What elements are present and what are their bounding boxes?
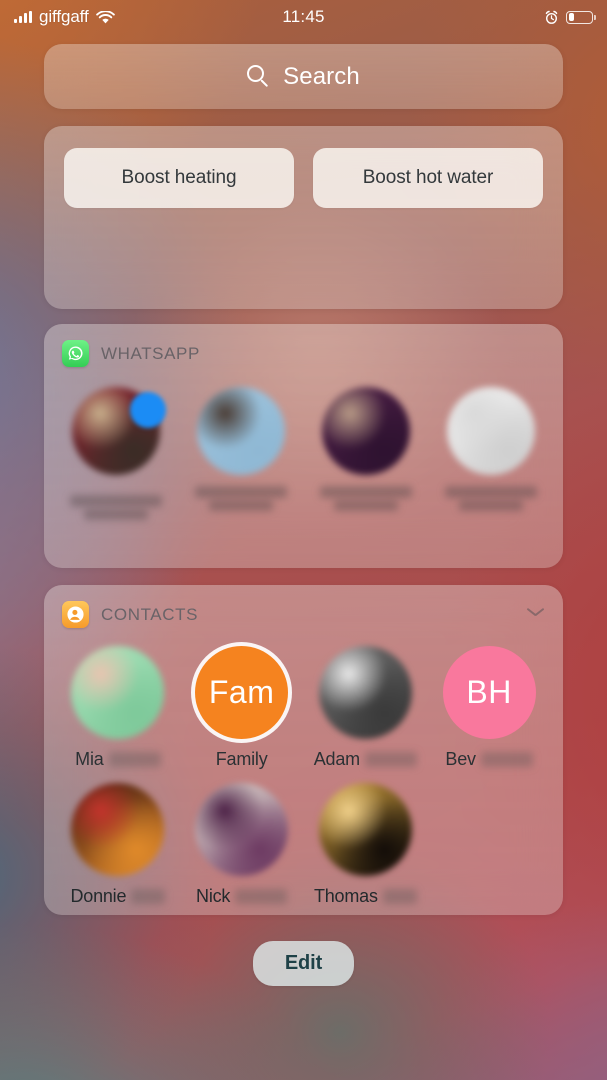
contact-item[interactable]: Nick (180, 783, 304, 908)
contact-item[interactable]: Donnie (56, 783, 180, 908)
whatsapp-contact-item[interactable] (304, 387, 429, 521)
edit-row: Edit (44, 941, 563, 986)
avatar (318, 646, 412, 739)
contact-surname-redacted (480, 751, 533, 767)
whatsapp-widget-title: WHATSAPP (101, 343, 200, 363)
avatar (71, 646, 165, 739)
contact-first-name: Nick (196, 885, 231, 906)
contacts-widget-header: CONTACTS (44, 585, 563, 628)
contact-label: Mia (56, 747, 180, 771)
avatar-initials: BH (466, 674, 512, 710)
contacts-icon (62, 601, 89, 628)
whatsapp-contact-grid (44, 367, 563, 521)
contact-first-name: Thomas (313, 885, 378, 906)
carrier-label: giffgaff (39, 7, 89, 26)
cellular-bars-icon (14, 11, 32, 23)
avatar (446, 387, 535, 475)
contact-first-name: Adam (313, 748, 360, 769)
contact-surname-redacted (364, 751, 417, 767)
edit-button[interactable]: Edit (252, 941, 355, 986)
contact-first-name: Donnie (70, 885, 127, 906)
search-input[interactable]: Search (44, 44, 563, 109)
whatsapp-icon (62, 340, 89, 367)
search-icon (247, 64, 271, 89)
contact-first-name: Family (215, 748, 268, 769)
contact-surname-redacted (235, 888, 288, 904)
contact-surname-redacted (108, 751, 161, 767)
wifi-icon (95, 10, 115, 24)
search-placeholder: Search (283, 62, 360, 90)
whatsapp-widget-header: WHATSAPP (44, 324, 563, 367)
avatar (318, 783, 412, 876)
whatsapp-contact-item[interactable] (54, 387, 179, 521)
today-view: Search Boost heating Boost hot water WHA… (0, 0, 607, 1080)
avatar (195, 783, 289, 876)
battery-low-icon (566, 10, 596, 24)
contact-surname-redacted (131, 888, 166, 904)
avatar (321, 387, 410, 475)
whatsapp-contact-item[interactable] (179, 387, 304, 521)
contact-item[interactable]: Thomas (304, 783, 428, 908)
contact-item[interactable]: BH Bev (427, 646, 551, 771)
contact-label: Thomas (304, 884, 428, 908)
contact-item[interactable]: Mia (56, 646, 180, 771)
chevron-down-icon[interactable] (526, 605, 545, 624)
contact-name-redacted (191, 484, 291, 512)
unread-badge (130, 392, 167, 428)
whatsapp-widget[interactable]: WHATSAPP (44, 324, 563, 568)
contact-label: Family (180, 747, 304, 771)
contacts-widget-title: CONTACTS (101, 604, 199, 624)
contact-name-redacted (66, 493, 166, 521)
contact-label: Donnie (56, 884, 180, 908)
alarm-clock-icon (544, 10, 559, 25)
contact-surname-redacted (382, 888, 417, 904)
contacts-grid: Mia Fam Family Adam BH Bev Donnie Nick Thomas (44, 628, 563, 915)
contact-first-name: Bev (445, 748, 476, 769)
boost-hot-water-button[interactable]: Boost hot water (313, 148, 543, 208)
heating-widget[interactable]: Boost heating Boost hot water (44, 126, 563, 309)
avatar (71, 783, 165, 876)
contact-label: Adam (304, 747, 428, 771)
contact-name-redacted (316, 484, 416, 512)
whatsapp-contact-item[interactable] (428, 387, 553, 521)
contact-label: Nick (180, 884, 304, 908)
avatar: Fam (195, 646, 289, 739)
avatar: BH (442, 646, 536, 739)
contact-first-name: Mia (75, 748, 104, 769)
contact-label: Bev (427, 747, 551, 771)
avatar (197, 387, 286, 475)
avatar-initials: Fam (208, 674, 275, 710)
contact-item[interactable]: Adam (304, 646, 428, 771)
boost-heating-button[interactable]: Boost heating (64, 148, 294, 208)
contact-item[interactable]: Fam Family (180, 646, 304, 771)
status-bar: giffgaff 11:45 (0, 0, 607, 34)
contacts-widget[interactable]: CONTACTS Mia Fam Family Adam BH Bev Donnie Nick… (44, 585, 563, 915)
contact-name-redacted (441, 484, 541, 512)
